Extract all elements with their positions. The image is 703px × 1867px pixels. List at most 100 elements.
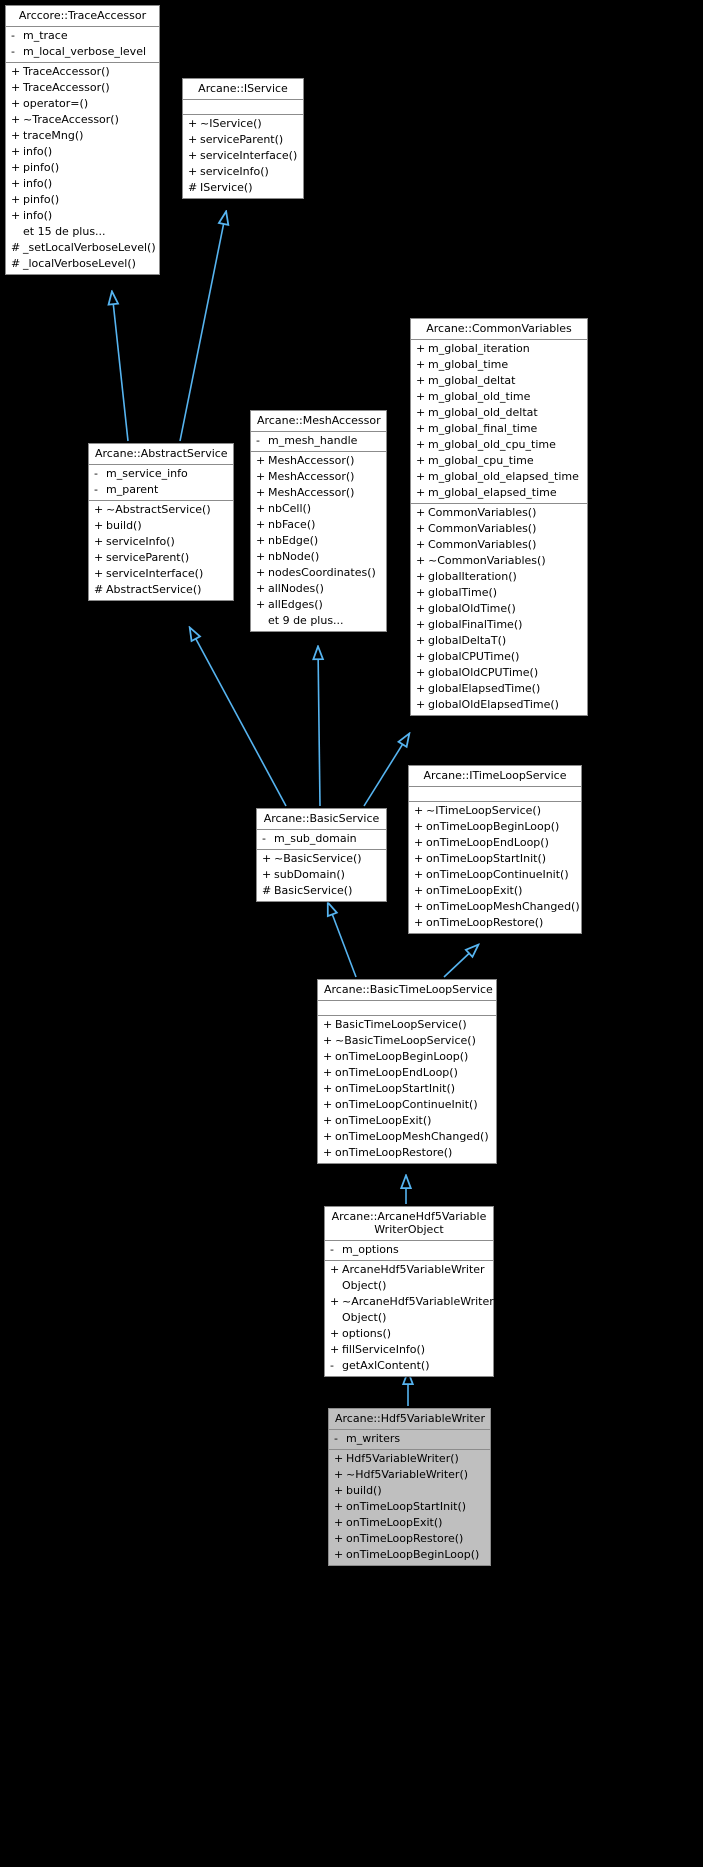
visibility-marker: + (416, 570, 426, 583)
class-attribute-row: + m_global_time (411, 357, 587, 373)
visibility-marker: - (256, 434, 260, 447)
edge-basicservice-abstractservice (190, 628, 287, 807)
attribute-name: m_mesh_handle (268, 434, 358, 447)
visibility-marker: + (414, 820, 424, 833)
class-methods-section: + ArcaneHdf5VariableWriter Object() + ~Arca… (325, 1261, 494, 1376)
class-attributes-section: - m_sub_domain (257, 830, 386, 850)
class-node-mesh_accessor[interactable]: Arcane::MeshAccessor - m_mesh_handle + MeshA… (250, 410, 387, 632)
class-method-row: # IService() (183, 180, 303, 196)
method-name: ~ArcaneHdf5VariableWriter Object() (342, 1295, 494, 1324)
visibility-marker: + (416, 522, 426, 535)
class-method-row: + onTimeLoopStartInit() (318, 1081, 496, 1097)
visibility-marker: + (256, 534, 266, 547)
method-name: CommonVariables() (428, 538, 537, 551)
class-node-itimeloopservice[interactable]: Arcane::ITimeLoopService + ~ITimeLoopServi… (408, 765, 582, 934)
class-node-basic_timeloop_service[interactable]: Arcane::BasicTimeLoopService + BasicTimeLo… (317, 979, 497, 1164)
class-node-trace_accessor[interactable]: Arccore::TraceAccessor - m_trace - m_local_v… (5, 5, 160, 275)
class-attribute-row: + m_global_cpu_time (411, 453, 587, 469)
method-name: onTimeLoopContinueInit() (335, 1098, 478, 1111)
class-node-iservice[interactable]: Arcane::IService + ~IService() + servicePare… (182, 78, 304, 199)
class-method-row: + fillServiceInfo() (325, 1342, 493, 1358)
class-method-row: + onTimeLoopBeginLoop() (329, 1547, 490, 1563)
method-name: serviceParent() (106, 551, 190, 564)
class-node-hdf5_variable_writer[interactable]: Arcane::Hdf5VariableWriter - m_writers + Hdf… (328, 1408, 491, 1566)
class-method-row: # AbstractService() (89, 582, 233, 598)
visibility-marker: - (94, 467, 98, 480)
class-method-row: + ~AbstractService() (89, 502, 233, 518)
visibility-marker: + (334, 1468, 344, 1481)
class-node-abstract_service[interactable]: Arcane::AbstractService - m_service_info - m… (88, 443, 234, 601)
class-method-row: et 15 de plus... (6, 224, 159, 240)
class-node-common_variables[interactable]: Arcane::CommonVariables + m_global_iterati… (410, 318, 588, 716)
visibility-marker: + (416, 602, 426, 615)
class-method-row: + serviceInterface() (89, 566, 233, 582)
class-node-basic_service[interactable]: Arcane::BasicService - m_sub_domain + ~Basic… (256, 808, 387, 902)
method-name: fillServiceInfo() (342, 1343, 426, 1356)
class-method-row: + ~IService() (183, 116, 303, 132)
class-method-row: + options() (325, 1326, 493, 1342)
visibility-marker: + (323, 1082, 333, 1095)
class-method-row: + TraceAccessor() (6, 80, 159, 96)
visibility-marker: + (11, 145, 21, 158)
method-name: TraceAccessor() (23, 65, 110, 78)
method-name: ~IService() (200, 117, 262, 130)
method-name: MeshAccessor() (268, 470, 355, 483)
method-name: onTimeLoopRestore() (426, 916, 544, 929)
class-method-row: + serviceParent() (89, 550, 233, 566)
class-node-arcane_hdf5_writer_object[interactable]: Arcane::ArcaneHdf5Variable WriterObject -… (324, 1206, 494, 1377)
visibility-marker: + (416, 634, 426, 647)
class-method-row: + globalOldElapsedTime() (411, 697, 587, 713)
class-attribute-row: + m_global_old_time (411, 389, 587, 405)
method-name: ~AbstractService() (106, 503, 211, 516)
visibility-marker: + (11, 65, 21, 78)
visibility-marker: + (11, 193, 21, 206)
method-name: globalOldElapsedTime() (428, 698, 559, 711)
visibility-marker: + (334, 1532, 344, 1545)
method-name: ~BasicTimeLoopService() (335, 1034, 476, 1047)
class-method-row: + nbCell() (251, 501, 386, 517)
class-attribute-row: - m_sub_domain (257, 831, 386, 847)
class-method-row: et 9 de plus... (251, 613, 386, 629)
class-methods-section: + ~IService() + serviceParent() + serviceInte… (183, 115, 303, 198)
attribute-name: m_local_verbose_level (23, 45, 147, 58)
class-method-row: + MeshAccessor() (251, 453, 386, 469)
class-node-title: Arcane::BasicService (257, 809, 386, 830)
edge-abstractservice-traceaccessor (112, 292, 129, 442)
class-attributes-section (318, 1001, 496, 1016)
class-attribute-row: - m_writers (329, 1431, 490, 1447)
method-name: build() (106, 519, 142, 532)
class-method-row: + onTimeLoopEndLoop() (409, 835, 581, 851)
method-name: onTimeLoopBeginLoop() (426, 820, 560, 833)
class-attribute-row: - m_mesh_handle (251, 433, 386, 449)
class-method-row: + onTimeLoopContinueInit() (409, 867, 581, 883)
method-name: options() (342, 1327, 392, 1340)
method-name: nbCell() (268, 502, 312, 515)
method-name: nodesCoordinates() (268, 566, 376, 579)
class-method-row: + CommonVariables() (411, 537, 587, 553)
visibility-marker: + (416, 438, 426, 451)
method-name: nbFace() (268, 518, 316, 531)
attribute-name: m_global_deltat (428, 374, 516, 387)
visibility-marker: # (11, 257, 21, 270)
class-method-row: + nbEdge() (251, 533, 386, 549)
class-method-row: + nbNode() (251, 549, 386, 565)
method-name: subDomain() (274, 868, 345, 881)
class-method-row: + onTimeLoopStartInit() (329, 1499, 490, 1515)
class-method-row: # BasicService() (257, 883, 386, 899)
visibility-marker: + (414, 868, 424, 881)
attribute-name: m_service_info (106, 467, 188, 480)
visibility-marker: + (334, 1548, 344, 1561)
class-method-row: + pinfo() (6, 160, 159, 176)
class-method-row: # _setLocalVerboseLevel() (6, 240, 159, 256)
class-attribute-row: - m_trace (6, 28, 159, 44)
visibility-marker: # (94, 583, 104, 596)
attribute-name: m_global_iteration (428, 342, 530, 355)
class-node-title: Arcane::ArcaneHdf5Variable WriterObject (325, 1207, 493, 1241)
visibility-marker: + (323, 1050, 333, 1063)
class-methods-section: + CommonVariables() + CommonVariables() + Com… (411, 504, 587, 715)
class-method-row: + info() (6, 208, 159, 224)
attribute-name: m_global_final_time (428, 422, 538, 435)
visibility-marker: + (94, 519, 104, 532)
class-method-row: + info() (6, 176, 159, 192)
method-name: IService() (200, 181, 253, 194)
